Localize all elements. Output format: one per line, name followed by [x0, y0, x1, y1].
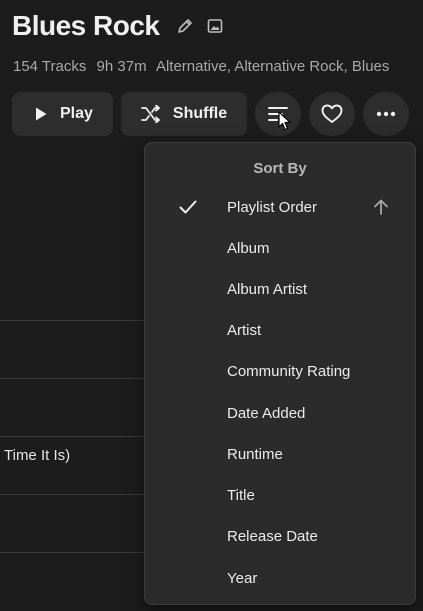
playlist-meta: 154 Tracks 9h 37m Alternative, Alternati… [13, 58, 395, 75]
sort-option-label: Artist [227, 321, 262, 339]
shuffle-button[interactable]: Shuffle [120, 92, 248, 136]
track-title-partial[interactable]: Time It Is) [4, 447, 70, 464]
sort-option-date-added[interactable]: Date Added [145, 394, 415, 432]
sort-option-artist[interactable]: Artist [145, 311, 415, 349]
sort-option-release-date[interactable]: Release Date [145, 517, 415, 555]
shuffle-label: Shuffle [172, 105, 228, 122]
page-title: Blues Rock [12, 10, 160, 41]
sort-option-year[interactable]: Year [145, 559, 415, 597]
action-bar: Play Shuffle [12, 92, 410, 136]
pencil-icon[interactable] [176, 17, 194, 35]
sort-menu-header: Sort By [253, 160, 307, 177]
shuffle-icon [141, 105, 161, 123]
play-button[interactable]: Play [12, 92, 113, 136]
sort-option-album[interactable]: Album [145, 229, 415, 267]
sort-option-runtime[interactable]: Runtime [145, 435, 415, 473]
row-divider [0, 378, 145, 379]
duration: 9h 37m [96, 58, 147, 75]
sort-option-label: Year [227, 569, 258, 587]
row-divider [0, 552, 145, 553]
checkmark-icon [179, 199, 197, 220]
sort-option-community-rating[interactable]: Community Rating [145, 352, 415, 390]
sort-option-album-artist[interactable]: Album Artist [145, 270, 415, 308]
sort-menu: Sort By Playlist Order Album Album Artis… [144, 142, 416, 605]
more-button[interactable] [363, 92, 410, 136]
row-divider [0, 494, 145, 495]
sort-option-playlist-order[interactable]: Playlist Order [145, 188, 415, 226]
sort-option-label: Album [227, 239, 270, 257]
sort-option-label: Title [227, 486, 255, 504]
play-label: Play [60, 105, 93, 122]
sort-option-label: Album Artist [227, 280, 308, 298]
row-divider [0, 320, 145, 321]
header: Blues Rock [12, 10, 224, 42]
favorite-button[interactable] [309, 92, 356, 136]
sort-option-label: Community Rating [227, 362, 351, 380]
image-icon[interactable] [206, 17, 224, 35]
sort-option-label: Release Date [227, 527, 318, 545]
genres[interactable]: Alternative, Alternative Rock, Blues [156, 58, 389, 75]
arrow-up-icon[interactable] [373, 199, 389, 220]
heart-icon [321, 104, 343, 124]
sort-option-label: Playlist Order [227, 198, 318, 216]
sort-option-title[interactable]: Title [145, 476, 415, 514]
track-count: 154 Tracks [13, 58, 87, 75]
more-horizontal-icon [376, 111, 396, 117]
sort-option-label: Date Added [227, 404, 306, 422]
play-icon [34, 106, 48, 122]
sort-option-label: Runtime [227, 445, 283, 463]
row-divider [0, 436, 145, 437]
mouse-cursor-icon [278, 111, 292, 136]
